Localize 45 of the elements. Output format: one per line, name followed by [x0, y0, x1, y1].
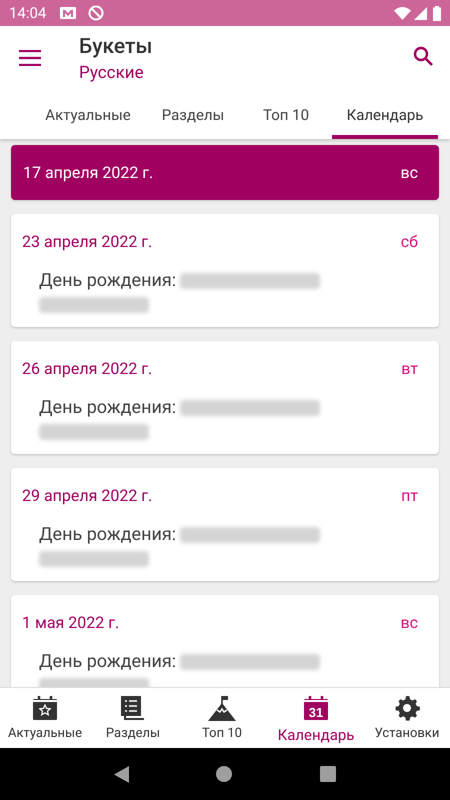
nav-item[interactable]: Топ 10 — [176, 688, 268, 748]
weekday-text: сб — [400, 231, 418, 253]
tab[interactable]: Актуальные — [30, 95, 146, 139]
date-text: 1 мая 2022 г. — [22, 612, 120, 634]
today-card[interactable]: 17 апреля 2022 г. вс — [11, 145, 439, 200]
nav-item[interactable]: Установки — [364, 688, 450, 748]
wifi-icon — [394, 6, 411, 20]
settings-icon — [394, 695, 420, 721]
nav-item[interactable]: Разделы — [90, 688, 176, 748]
weekday-text: вс — [400, 612, 418, 634]
search-icon — [413, 46, 433, 66]
menu-icon — [19, 50, 41, 66]
mountain-flag-icon — [208, 695, 236, 721]
blocked-circle-icon — [88, 5, 104, 21]
mail-icon — [60, 7, 76, 19]
tab[interactable]: Разделы — [146, 95, 240, 139]
back-icon[interactable] — [114, 766, 129, 782]
tab[interactable]: Топ 10 — [240, 95, 332, 139]
date-text: 23 апреля 2022 г. — [22, 231, 152, 253]
tab[interactable]: Календарь — [332, 95, 438, 139]
date-text: 29 апреля 2022 г. — [22, 485, 152, 507]
weekday-text: вс — [400, 162, 418, 184]
nav-item[interactable]: Актуальные — [0, 688, 90, 748]
app-subtitle: Русские — [79, 62, 145, 85]
signal-icon — [414, 6, 427, 20]
event-label: День рождения: — [39, 269, 176, 293]
event-label: День рождения: — [39, 396, 176, 420]
battery-icon — [433, 6, 441, 20]
weekday-text: вт — [401, 358, 418, 380]
event-card[interactable]: 26 апреля 2022 г. вт День рождения: — [11, 341, 439, 454]
event-card[interactable]: 23 апреля 2022 г. сб День рождения: — [11, 214, 439, 327]
status-time: 14:04 — [9, 2, 46, 24]
recents-icon[interactable] — [320, 766, 336, 782]
home-icon[interactable] — [216, 766, 232, 782]
date-text: 26 апреля 2022 г. — [22, 358, 152, 380]
app-title: Букеты — [79, 34, 152, 61]
date-text: 17 апреля 2022 г. — [23, 162, 154, 184]
event-card[interactable]: 29 апреля 2022 г. пт День рождения: — [11, 468, 439, 581]
list-icon — [120, 695, 146, 721]
weekday-text: пт — [401, 485, 418, 507]
calendar-star-icon — [32, 695, 58, 721]
event-label: День рождения: — [39, 650, 176, 674]
event-card[interactable]: 1 мая 2022 г. вс День рождения: — [11, 595, 439, 687]
event-label: День рождения: — [39, 523, 176, 547]
nav-item[interactable]: 31 Календарь — [268, 688, 364, 748]
